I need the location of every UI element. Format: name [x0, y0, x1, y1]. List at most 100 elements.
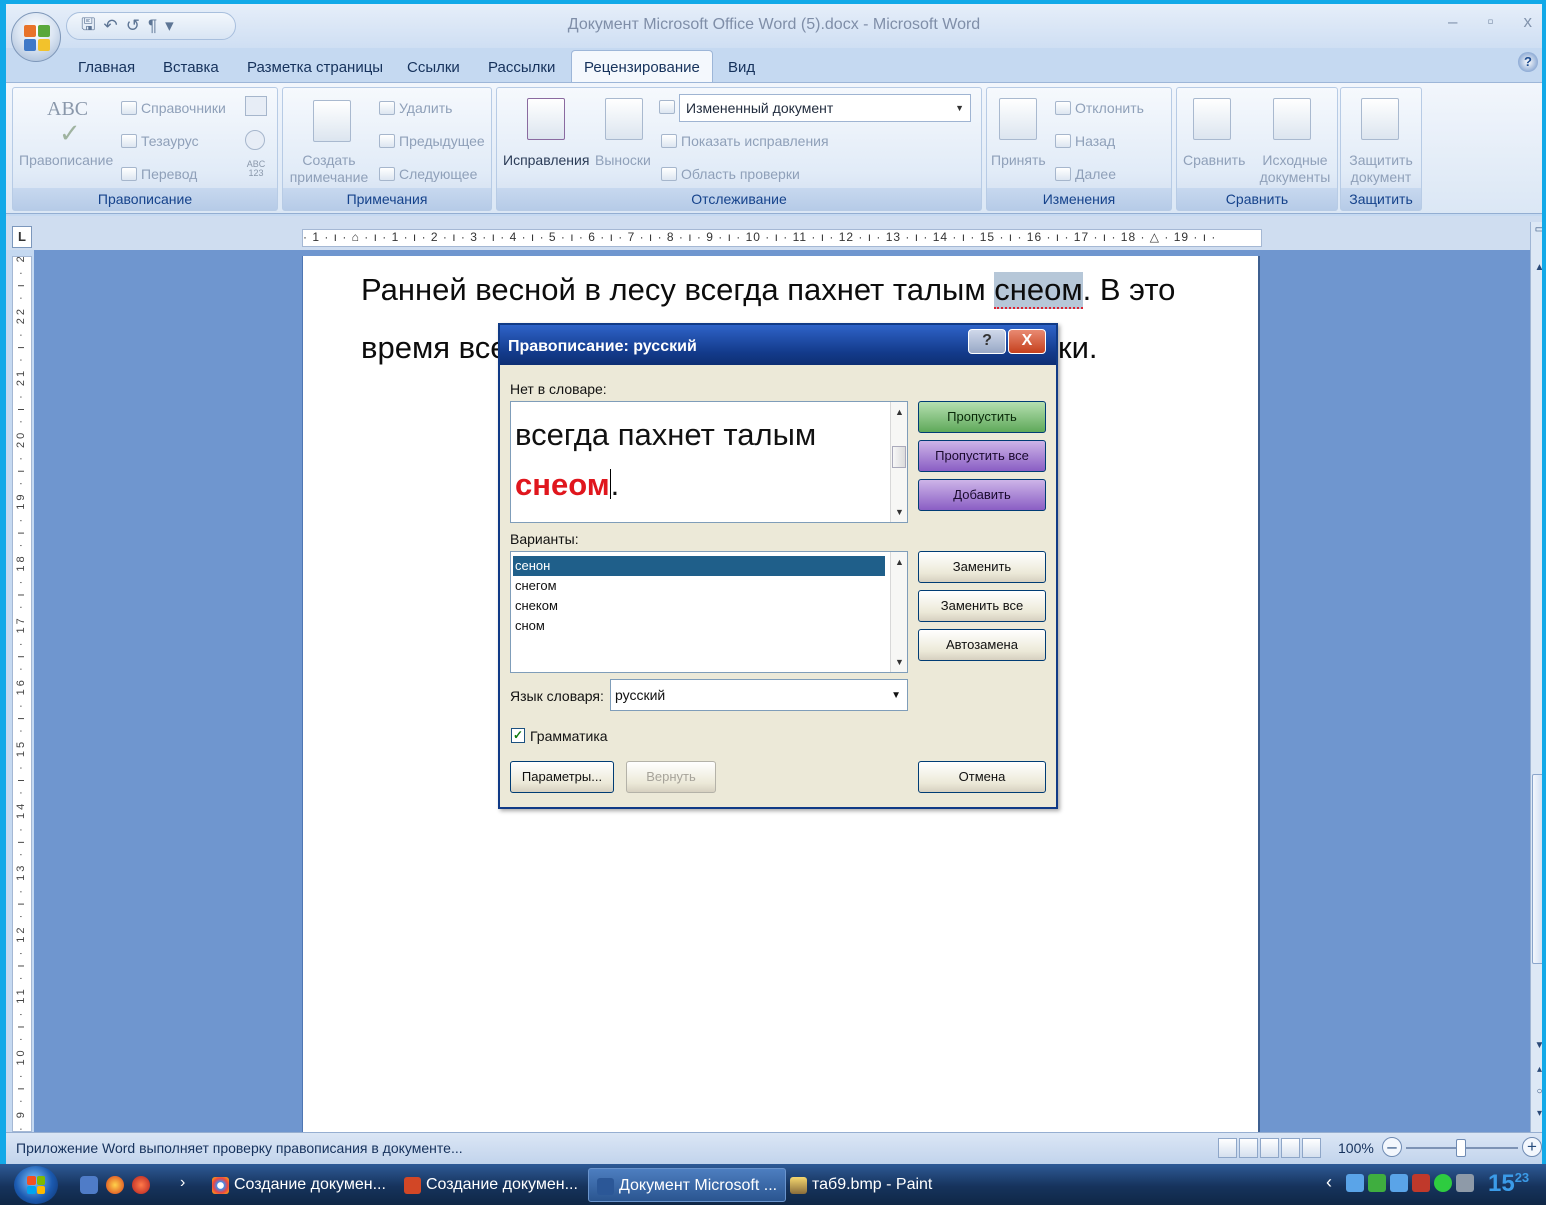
- tab-view[interactable]: Вид: [728, 54, 755, 81]
- close-button[interactable]: x: [1524, 12, 1533, 32]
- taskbar-item-powerpoint[interactable]: Создание докумен...: [396, 1168, 586, 1202]
- suggestion-item[interactable]: снеком: [513, 596, 885, 616]
- next-change-button[interactable]: Далее: [1055, 166, 1116, 183]
- suggestion-item[interactable]: сенон: [513, 556, 885, 576]
- suggestion-item[interactable]: сном: [513, 616, 885, 636]
- add-to-dictionary-button[interactable]: Добавить: [918, 479, 1046, 511]
- zoom-level[interactable]: 100%: [1338, 1140, 1374, 1156]
- suggestion-item[interactable]: снегом: [513, 576, 885, 596]
- suggestions-scrollbar[interactable]: ▲ ▼: [890, 552, 907, 672]
- show-desktop-icon[interactable]: [80, 1176, 98, 1194]
- suggestions-list[interactable]: сенон снегом снеком сном ▲ ▼: [510, 551, 908, 673]
- web-layout-view-icon[interactable]: [1260, 1138, 1279, 1158]
- dialog-close-button[interactable]: X: [1008, 329, 1046, 354]
- tab-review[interactable]: Рецензирование: [571, 50, 713, 84]
- zoom-slider-thumb[interactable]: [1456, 1139, 1466, 1157]
- media-icon[interactable]: [132, 1176, 150, 1194]
- display-icon[interactable]: [1390, 1174, 1408, 1192]
- antivirus-icon[interactable]: [1434, 1174, 1452, 1192]
- scroll-down-icon[interactable]: ▼: [895, 507, 904, 517]
- autocorrect-button[interactable]: Автозамена: [918, 629, 1046, 661]
- translate-button[interactable]: Перевод: [121, 166, 197, 183]
- scroll-split-icon[interactable]: ▭: [1532, 224, 1542, 235]
- new-comment-button[interactable]: Создать примечание: [289, 152, 369, 186]
- accept-button[interactable]: Принять: [991, 152, 1046, 169]
- scroll-down-icon[interactable]: ▼: [1532, 1040, 1542, 1051]
- redo-icon[interactable]: ↺: [126, 16, 140, 36]
- balloons-button[interactable]: Выноски: [595, 152, 651, 169]
- change-all-button[interactable]: Заменить все: [918, 590, 1046, 622]
- dialog-help-button[interactable]: ?: [968, 329, 1006, 354]
- scroll-up-icon[interactable]: ▲: [895, 407, 904, 417]
- reject-button[interactable]: Отклонить: [1055, 100, 1144, 117]
- previous-page-icon[interactable]: ▴: [1532, 1064, 1542, 1075]
- previous-comment-button[interactable]: Предыдущее: [379, 133, 485, 150]
- show-markup-button[interactable]: Показать исправления: [661, 133, 829, 150]
- maximize-button[interactable]: ▫: [1487, 12, 1493, 32]
- flag-icon[interactable]: [1412, 1174, 1430, 1192]
- network-icon[interactable]: [1346, 1174, 1364, 1192]
- scroll-up-icon[interactable]: ▲: [895, 557, 904, 567]
- reviewing-pane-button[interactable]: Область проверки: [661, 166, 800, 183]
- save-icon[interactable]: 🖫: [81, 12, 95, 41]
- not-in-dictionary-textbox[interactable]: всегда пахнет талым снеом. ▲ ▼: [510, 401, 908, 523]
- scroll-thumb[interactable]: [1532, 774, 1542, 964]
- research-button[interactable]: Справочники: [121, 100, 226, 117]
- set-language-icon[interactable]: [245, 130, 265, 150]
- undo-icon[interactable]: ↶: [103, 16, 117, 36]
- track-changes-button[interactable]: Исправления: [503, 152, 589, 169]
- taskbar-item-paint[interactable]: таб9.bmp - Paint: [782, 1168, 940, 1202]
- options-button[interactable]: Параметры...: [510, 761, 614, 793]
- browser-icon[interactable]: [106, 1176, 124, 1194]
- taskbar-item-word[interactable]: Документ Microsoft ...: [588, 1168, 787, 1202]
- scroll-down-icon[interactable]: ▼: [895, 657, 904, 667]
- tab-insert[interactable]: Вставка: [163, 54, 219, 81]
- clock[interactable]: 1523: [1488, 1170, 1529, 1198]
- display-for-review-select[interactable]: Измененный документ ▼: [679, 94, 971, 122]
- ignore-all-button[interactable]: Пропустить все: [918, 440, 1046, 472]
- print-layout-view-icon[interactable]: [1218, 1138, 1237, 1158]
- select-browse-object-icon[interactable]: ○: [1532, 1086, 1542, 1097]
- next-comment-button[interactable]: Следующее: [379, 166, 477, 183]
- volume-icon[interactable]: [1456, 1174, 1474, 1192]
- next-page-icon[interactable]: ▾: [1532, 1108, 1542, 1119]
- download-icon[interactable]: [1368, 1174, 1386, 1192]
- draft-view-icon[interactable]: [1302, 1138, 1321, 1158]
- outline-view-icon[interactable]: [1281, 1138, 1300, 1158]
- help-icon[interactable]: ?: [1518, 52, 1538, 72]
- dialog-title-bar[interactable]: Правописание: русский ? X: [500, 325, 1056, 365]
- compare-button[interactable]: Сравнить: [1183, 152, 1245, 169]
- scroll-up-icon[interactable]: ▲: [1532, 262, 1542, 273]
- spelling-button[interactable]: Правописание: [19, 152, 113, 169]
- grammar-checkbox[interactable]: ✓: [511, 728, 525, 743]
- start-button[interactable]: [14, 1166, 58, 1204]
- minimize-button[interactable]: –: [1448, 12, 1457, 32]
- vertical-scrollbar[interactable]: ▭ ▲ ▼ ▴ ○ ▾: [1530, 222, 1542, 1132]
- protect-document-button[interactable]: Защитить документ: [1345, 152, 1417, 186]
- not-in-dictionary-scrollbar[interactable]: ▲ ▼: [890, 402, 907, 522]
- office-button[interactable]: [11, 12, 61, 62]
- scroll-thumb[interactable]: [892, 446, 906, 468]
- tab-mailings[interactable]: Рассылки: [488, 54, 555, 81]
- taskbar-item-chrome[interactable]: Создание докумен...: [204, 1168, 394, 1202]
- vertical-ruler[interactable]: · 9 · ı · 10 · ı · 11 · ı · 12 · ı · 13 …: [12, 256, 32, 1132]
- language-icon[interactable]: [245, 96, 267, 116]
- word-count-icon[interactable]: ABC 123: [243, 160, 269, 178]
- zoom-in-icon[interactable]: +: [1522, 1137, 1542, 1157]
- paragraph-mark-icon[interactable]: ¶: [148, 16, 157, 36]
- quick-launch-expand[interactable]: ›: [180, 1174, 185, 1192]
- zoom-out-icon[interactable]: –: [1382, 1137, 1402, 1157]
- thesaurus-button[interactable]: Тезаурус: [121, 133, 199, 150]
- tray-expand[interactable]: ‹: [1326, 1172, 1332, 1193]
- tab-references[interactable]: Ссылки: [407, 54, 460, 81]
- ignore-button[interactable]: Пропустить: [918, 401, 1046, 433]
- dictionary-language-select[interactable]: русский ▼: [610, 679, 908, 711]
- horizontal-ruler[interactable]: · 1 · ı · ⌂ · ı · 1 · ı · 2 · ı · 3 · ı …: [302, 229, 1262, 247]
- tab-home[interactable]: Главная: [78, 54, 135, 81]
- qat-dropdown-icon[interactable]: ▾: [165, 16, 174, 36]
- cancel-button[interactable]: Отмена: [918, 761, 1046, 793]
- misspelled-word[interactable]: снеом: [994, 272, 1083, 309]
- tab-selector[interactable]: L: [12, 226, 32, 248]
- tab-page-layout[interactable]: Разметка страницы: [247, 54, 383, 81]
- show-source-documents-button[interactable]: Исходные документы: [1255, 152, 1335, 186]
